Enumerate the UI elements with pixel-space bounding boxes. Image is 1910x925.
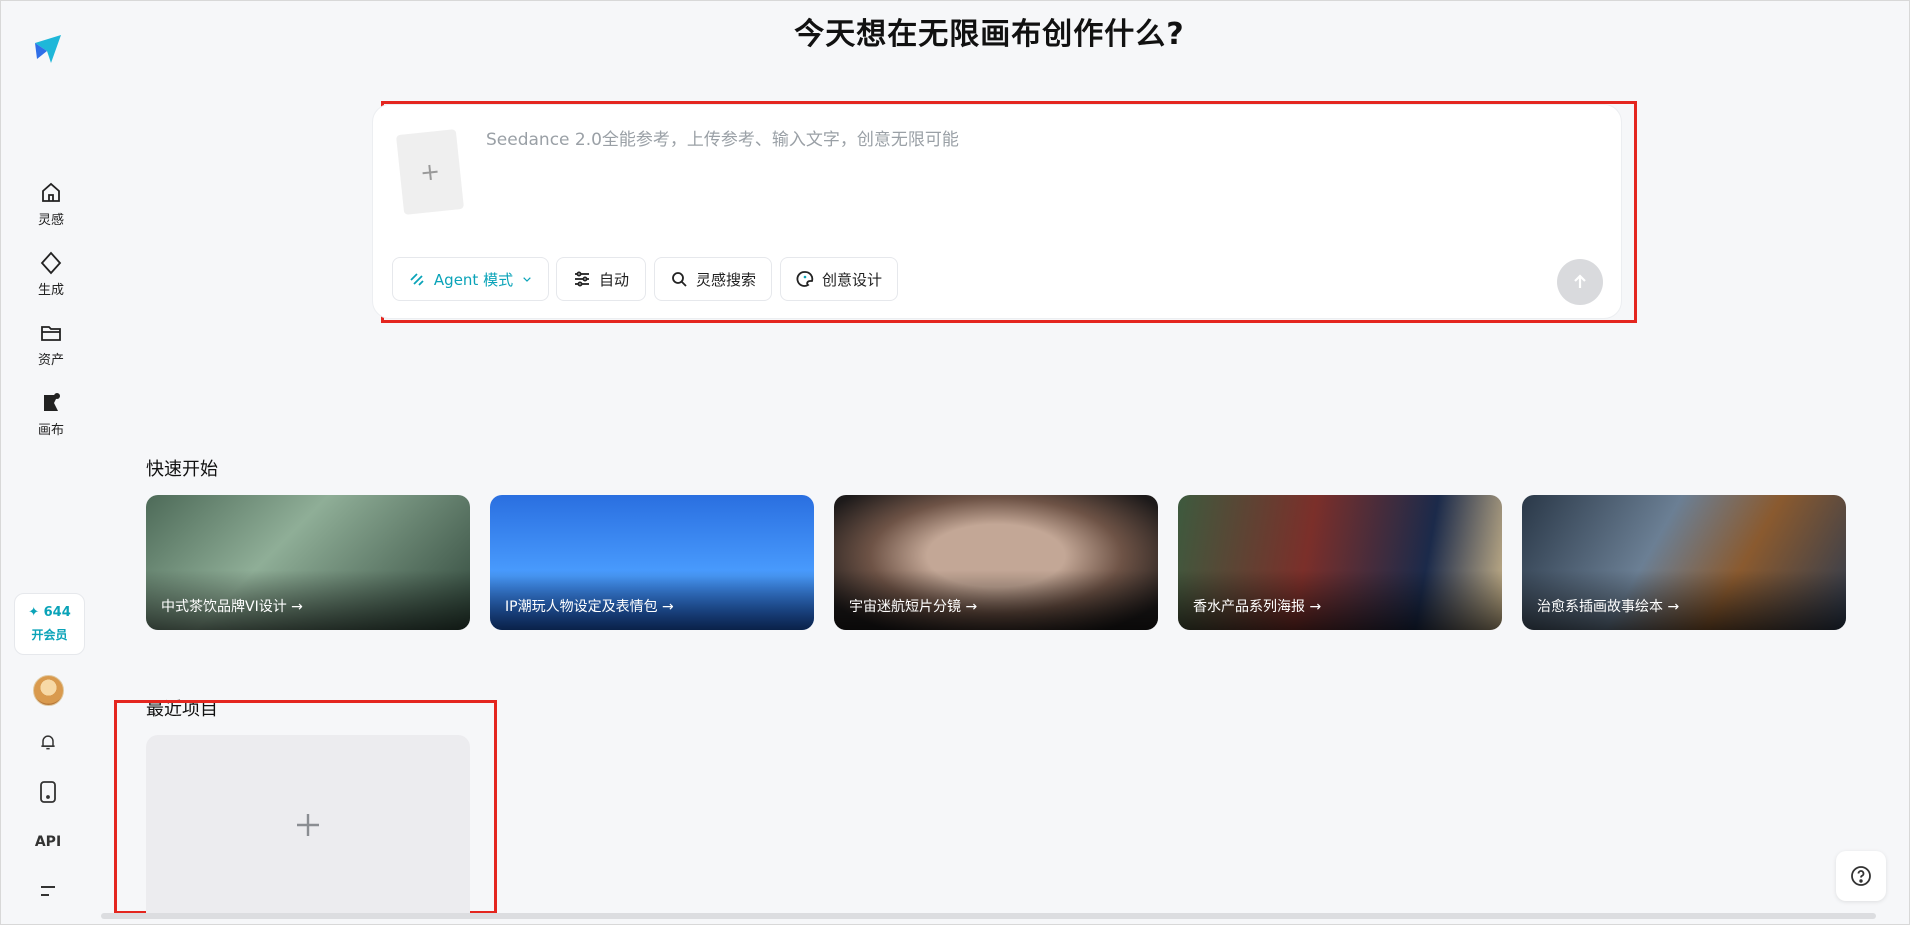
sidebar-item-canvas[interactable]: 画布: [21, 384, 81, 444]
help-icon: [1851, 866, 1871, 886]
sidebar-item-label: 灵感: [37, 212, 64, 228]
sidebar-item-inspiration[interactable]: 灵感: [21, 174, 81, 234]
prompt-composer: + Agent 模式 自动 灵感搜索 创意设计: [372, 104, 1622, 319]
vip-label: 开会员: [31, 628, 68, 642]
chevron-down-icon: [523, 277, 531, 282]
horizontal-scrollbar[interactable]: [101, 913, 1876, 919]
new-project-button[interactable]: [146, 735, 470, 915]
arrow-up-icon: [1574, 274, 1586, 288]
auto-label: 自动: [598, 270, 629, 289]
help-button[interactable]: [1836, 851, 1886, 901]
quick-start-title: 快速开始: [146, 459, 218, 480]
card-caption: 香水产品系列海报 →: [1193, 599, 1322, 615]
phone-icon: [40, 781, 56, 803]
creative-design-button[interactable]: 创意设计: [780, 257, 898, 301]
inspiration-search-label: 灵感搜索: [695, 270, 756, 289]
sidebar-item-label: 资产: [37, 352, 64, 368]
prompt-input[interactable]: [486, 125, 1586, 215]
inspiration-search-button[interactable]: 灵感搜索: [654, 257, 772, 301]
avatar[interactable]: [33, 675, 64, 706]
sidebar-item-assets[interactable]: 资产: [21, 314, 81, 374]
bell-icon: [41, 735, 55, 750]
card-caption: 中式茶饮品牌VI设计 →: [161, 599, 303, 615]
search-icon: [672, 272, 687, 287]
credits-badge[interactable]: ✦ 644 开会员: [14, 593, 85, 655]
home-icon: [42, 182, 60, 202]
menu-button[interactable]: [33, 876, 63, 906]
agent-mode-label: Agent 模式: [433, 270, 514, 289]
quick-start-card[interactable]: 治愈系插画故事绘本 →: [1522, 495, 1846, 630]
card-caption: 宇宙迷航短片分镜 →: [849, 599, 978, 615]
sidebar: 灵感 生成 资产 画布 ✦ 644 开会员 API: [1, 1, 101, 925]
quick-start-card[interactable]: IP潮玩人物设定及表情包 →: [490, 495, 814, 630]
notifications-button[interactable]: [33, 727, 63, 757]
quick-start-card[interactable]: 中式茶饮品牌VI设计 →: [146, 495, 470, 630]
plus-icon: [297, 814, 319, 836]
send-button[interactable]: [1557, 259, 1603, 305]
sidebar-item-generate[interactable]: 生成: [21, 244, 81, 304]
sidebar-item-label: 画布: [37, 422, 64, 438]
canvas-icon: [44, 392, 60, 411]
upload-reference-button[interactable]: +: [395, 129, 465, 215]
quick-start-card[interactable]: 宇宙迷航短片分镜 →: [834, 495, 1158, 630]
quick-start-card[interactable]: 香水产品系列海报 →: [1178, 495, 1502, 630]
sidebar-item-label: 生成: [37, 282, 64, 298]
sliders-icon: [574, 271, 589, 287]
auto-button[interactable]: 自动: [556, 257, 646, 301]
agent-icon: [410, 273, 424, 286]
api-button[interactable]: API: [33, 827, 63, 857]
agent-mode-dropdown[interactable]: Agent 模式: [392, 257, 549, 301]
folder-icon: [41, 325, 61, 341]
credits-count: ✦ 644: [28, 605, 71, 620]
creative-design-label: 创意设计: [821, 270, 882, 289]
card-caption: IP潮玩人物设定及表情包 →: [505, 599, 674, 615]
mobile-app-button[interactable]: [33, 777, 63, 807]
page-title: 今天想在无限画布创作什么?: [794, 17, 1185, 52]
diamond-icon: [40, 251, 62, 274]
palette-icon: [796, 271, 814, 287]
card-caption: 治愈系插画故事绘本 →: [1537, 599, 1680, 615]
menu-icon: [41, 886, 55, 896]
